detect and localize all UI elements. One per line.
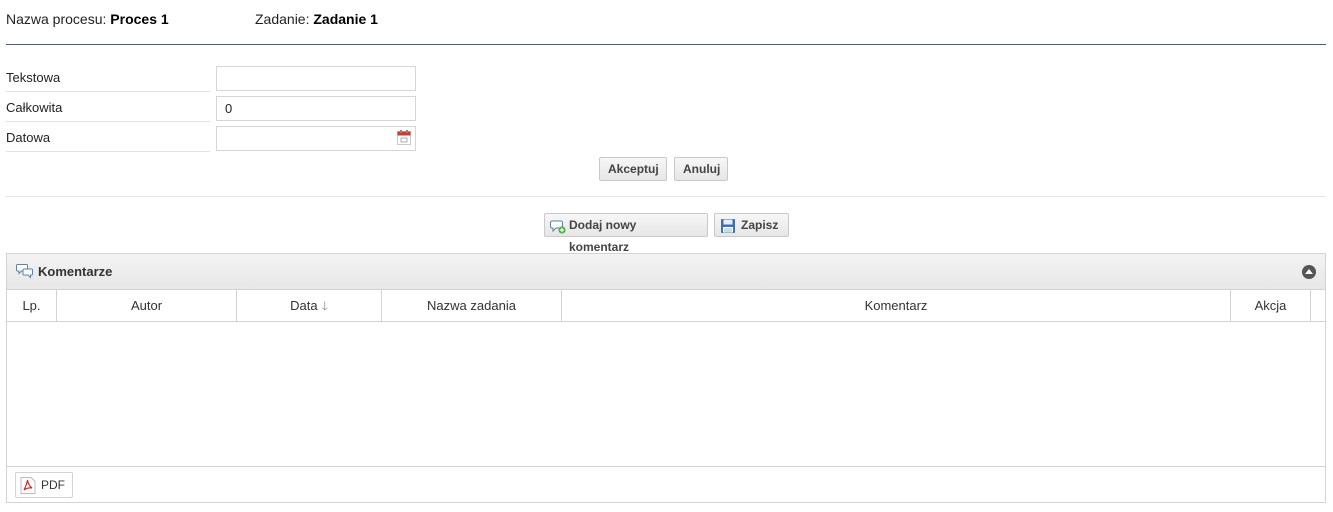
calendar-icon[interactable] [397,130,411,145]
column-header-data-label: Data [290,298,318,313]
field-label-calkowita: Całkowita [6,96,210,122]
process-header: Nazwa procesu: Proces 1 Zadanie: Zadanie… [6,11,1326,31]
header-divider [6,44,1326,45]
process-name-label: Nazwa procesu: [6,11,107,27]
column-header-nazwa-zadania[interactable]: Nazwa zadania [382,290,562,321]
pdf-export-button[interactable]: PDF [15,472,73,498]
comments-panel: Komentarze Lp. Autor Data 🡓 Nazwa zadania… [6,253,1326,503]
add-comment-label: Dodaj nowy komentarz [569,218,637,254]
column-header-data[interactable]: Data 🡓 [237,290,382,321]
comments-panel-title: Komentarze [38,264,113,279]
calkowita-input[interactable] [216,96,416,121]
section-divider [6,196,1326,197]
sort-arrow-down-icon: 🡓 [321,299,328,313]
task-name: Zadanie: Zadanie 1 [255,11,378,27]
comments-icon [16,264,33,279]
save-label: Zapisz [741,218,779,232]
collapse-toggle-icon[interactable] [1302,265,1316,279]
datowa-input[interactable] [216,126,416,151]
floppy-disk-icon [721,219,735,233]
add-comment-icon [550,220,566,234]
process-name: Nazwa procesu: Proces 1 [6,11,169,27]
process-name-value: Proces 1 [110,11,169,27]
tekstowa-input[interactable] [216,66,416,91]
column-header-autor[interactable]: Autor [57,290,237,321]
field-label-tekstowa: Tekstowa [6,66,210,92]
add-comment-button[interactable]: Dodaj nowy komentarz [544,213,708,254]
comments-panel-footer: PDF [7,466,1325,502]
save-button[interactable]: Zapisz [714,213,789,237]
column-header-komentarz[interactable]: Komentarz [562,290,1231,321]
pdf-icon [20,477,36,494]
field-label-datowa: Datowa [6,126,210,152]
comments-panel-header[interactable]: Komentarze [7,254,1325,290]
accept-button[interactable]: Akceptuj [599,157,667,181]
comments-table-body [7,322,1325,466]
column-header-lp[interactable]: Lp. [7,290,57,321]
pdf-label: PDF [41,478,65,492]
comments-table-header: Lp. Autor Data 🡓 Nazwa zadania Komentarz … [7,290,1325,322]
cancel-button[interactable]: Anuluj [674,157,728,181]
task-name-label: Zadanie: [255,11,310,27]
column-header-akcja[interactable]: Akcja [1231,290,1311,321]
task-name-value: Zadanie 1 [313,11,378,27]
